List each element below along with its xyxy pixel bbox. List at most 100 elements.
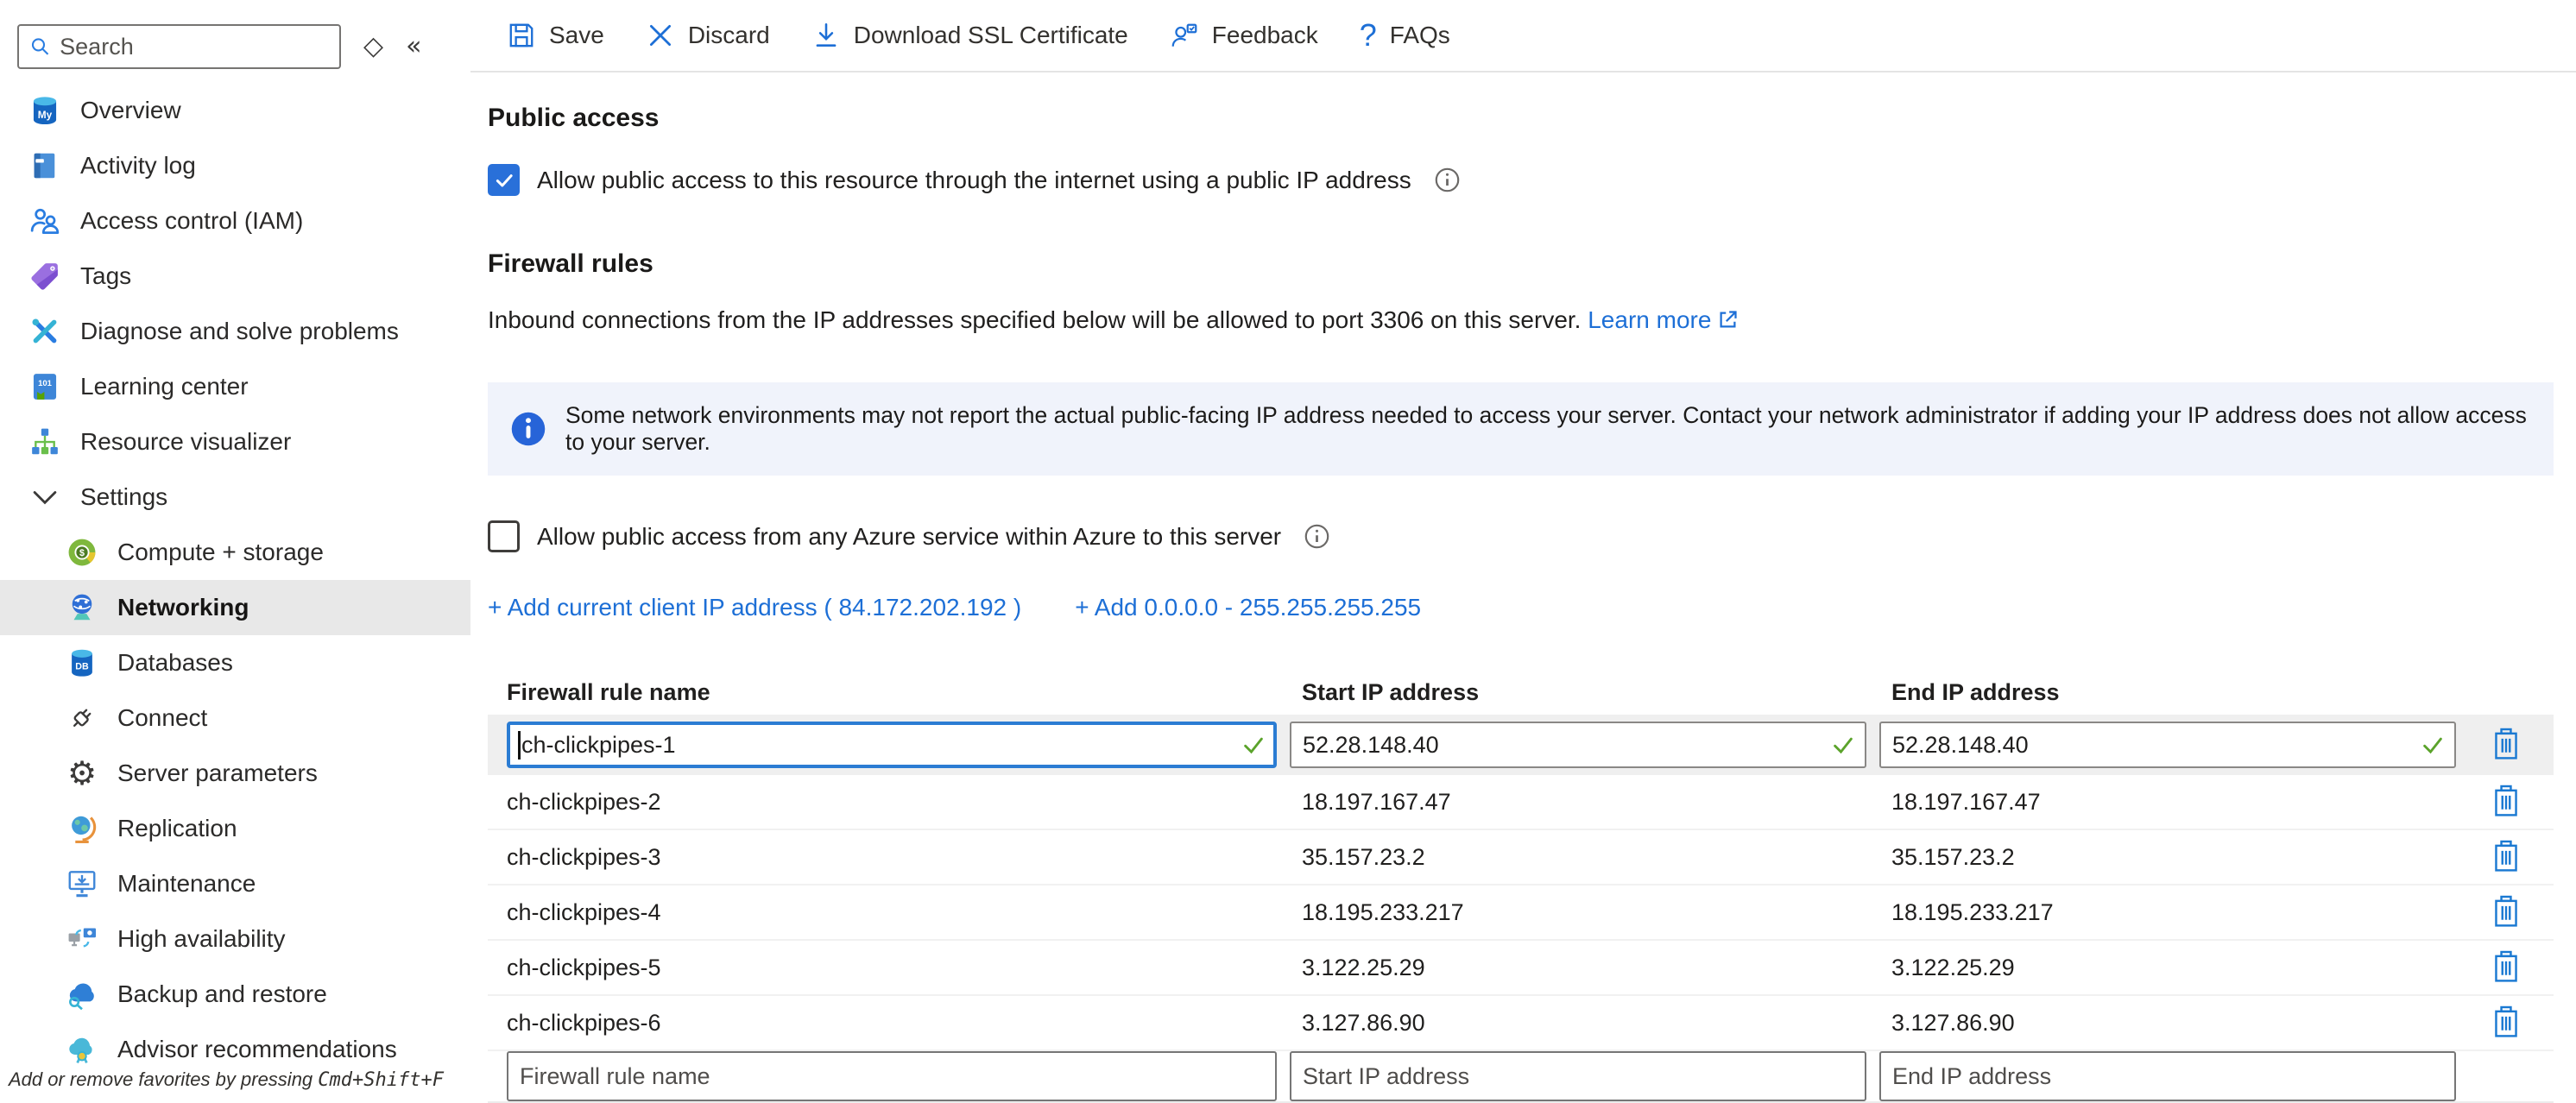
favorites-hint: Add or remove favorites by pressing Cmd+… — [9, 1068, 444, 1091]
feedback-button[interactable]: Feedback — [1149, 9, 1339, 61]
sidebar-item-maintenance[interactable]: Maintenance — [0, 856, 470, 911]
add-client-ip-link[interactable]: + Add current client IP address ( 84.172… — [488, 594, 1021, 621]
table-row-new — [488, 1051, 2554, 1103]
rule-name: ch-clickpipes-6 — [507, 1010, 1277, 1037]
start-ip: 18.195.233.217 — [1290, 899, 1866, 926]
info-banner: Some network environments may not report… — [488, 382, 2554, 476]
sidebar-item-label: Replication — [117, 815, 237, 842]
delete-rule-button[interactable] — [2485, 891, 2527, 934]
sidebar-item-label: Activity log — [80, 152, 196, 180]
monitor-download-icon — [66, 867, 98, 900]
sidebar-item-replication[interactable]: Replication — [0, 801, 470, 856]
firewall-rules-table: Firewall rule name Start IP address End … — [488, 670, 2554, 1103]
sidebar-item-activity-log[interactable]: Activity log — [0, 138, 470, 193]
sidebar-item-compute-storage[interactable]: $ Compute + storage — [0, 525, 470, 580]
feedback-person-icon — [1170, 21, 1199, 50]
sidebar-group-settings[interactable]: Settings — [0, 470, 470, 525]
chevron-down-icon — [28, 481, 61, 514]
end-ip: 3.122.25.29 — [1879, 955, 2456, 981]
sidebar-item-label: High availability — [117, 925, 286, 953]
sidebar-item-label: Compute + storage — [117, 539, 324, 566]
sidebar-item-label: Settings — [80, 483, 167, 511]
end-ip-input[interactable] — [1879, 722, 2456, 768]
start-ip-input[interactable] — [1290, 722, 1866, 768]
column-header-start-ip: Start IP address — [1290, 679, 1866, 706]
diamond-icon[interactable]: ◇ — [363, 34, 383, 60]
sidebar-item-networking[interactable]: Networking — [0, 580, 470, 635]
column-header-name: Firewall rule name — [507, 679, 1277, 706]
sidebar-item-backup-restore[interactable]: Backup and restore — [0, 967, 470, 1022]
collapse-sidebar-icon[interactable]: « — [406, 34, 421, 60]
info-icon[interactable] — [1304, 523, 1330, 550]
end-ip: 18.197.167.47 — [1879, 789, 2456, 816]
cloud-backup-icon — [66, 978, 98, 1011]
start-ip: 3.127.86.90 — [1290, 1010, 1866, 1037]
sidebar-item-label: Backup and restore — [117, 980, 327, 1008]
rule-name: ch-clickpipes-5 — [507, 955, 1277, 981]
sidebar-item-connect[interactable]: Connect — [0, 690, 470, 746]
start-ip: 18.197.167.47 — [1290, 789, 1866, 816]
search-input[interactable] — [60, 34, 329, 60]
delete-rule-button[interactable] — [2485, 1001, 2527, 1044]
networking-globe-icon — [66, 591, 98, 624]
new-end-ip-input[interactable] — [1879, 1051, 2456, 1101]
sidebar-item-high-availability[interactable]: High availability — [0, 911, 470, 967]
firewall-description: Inbound connections from the IP addresse… — [488, 306, 2554, 334]
sidebar-item-label: Networking — [117, 594, 249, 621]
svg-text:101: 101 — [38, 379, 53, 388]
database-icon: DB — [66, 646, 98, 679]
table-header: Firewall rule name Start IP address End … — [488, 670, 2554, 715]
compute-storage-icon: $ — [66, 536, 98, 569]
delete-rule-button[interactable] — [2485, 946, 2527, 989]
sidebar-item-tags[interactable]: Tags — [0, 249, 470, 304]
faqs-button[interactable]: ? FAQs — [1339, 9, 1471, 61]
question-mark-icon: ? — [1360, 20, 1377, 51]
azure-services-checkbox[interactable] — [488, 520, 520, 552]
sidebar-item-resource-visualizer[interactable]: Resource visualizer — [0, 414, 470, 470]
advisor-cloud-icon — [66, 1033, 98, 1066]
sidebar-item-databases[interactable]: DB Databases — [0, 635, 470, 690]
resource-tree-icon — [28, 425, 61, 458]
table-row-editing — [488, 715, 2554, 775]
sidebar-item-access-control[interactable]: Access control (IAM) — [0, 193, 470, 249]
sidebar-item-server-parameters[interactable]: ⚙ Server parameters — [0, 746, 470, 801]
new-start-ip-input[interactable] — [1290, 1051, 1866, 1101]
delete-rule-button[interactable] — [2485, 835, 2527, 879]
start-ip: 35.157.23.2 — [1290, 844, 1866, 871]
resource-sidebar: ◇ « My Overview Activity log Access cont… — [0, 0, 470, 1094]
start-ip-input-wrap — [1290, 722, 1866, 768]
sidebar-item-diagnose[interactable]: Diagnose and solve problems — [0, 304, 470, 359]
sidebar-item-learning-center[interactable]: 101 Learning center — [0, 359, 470, 414]
info-icon[interactable] — [1434, 167, 1461, 193]
people-icon — [28, 205, 61, 237]
sidebar-item-label: Learning center — [80, 373, 249, 400]
rule-name-input[interactable] — [507, 722, 1277, 768]
sidebar-item-label: Maintenance — [117, 870, 256, 898]
sidebar-item-label: Overview — [80, 97, 181, 124]
add-all-ips-link[interactable]: + Add 0.0.0.0 - 255.255.255.255 — [1075, 594, 1421, 621]
learn-more-link[interactable]: Learn more — [1588, 306, 1739, 333]
svg-text:DB: DB — [75, 662, 89, 672]
sidebar-item-label: Connect — [117, 704, 207, 732]
rule-name: ch-clickpipes-3 — [507, 844, 1277, 871]
sidebar-item-label: Diagnose and solve problems — [80, 318, 399, 345]
sidebar-item-overview[interactable]: My Overview — [0, 83, 470, 138]
sidebar-item-label: Access control (IAM) — [80, 207, 303, 235]
rule-name: ch-clickpipes-2 — [507, 789, 1277, 816]
delete-rule-button[interactable] — [2485, 780, 2527, 823]
discard-button[interactable]: Discard — [625, 9, 791, 61]
download-ssl-button[interactable]: Download SSL Certificate — [791, 9, 1149, 61]
sidebar-search[interactable] — [17, 24, 341, 69]
save-button[interactable]: Save — [486, 9, 625, 61]
new-rule-name-input[interactable] — [507, 1051, 1277, 1101]
end-ip: 3.127.86.90 — [1879, 1010, 2456, 1037]
download-icon — [811, 21, 841, 50]
public-access-checkbox[interactable] — [488, 164, 520, 196]
table-row: ch-clickpipes-3 35.157.23.2 35.157.23.2 — [488, 830, 2554, 886]
command-bar: Save Discard Download SSL Certificate Fe… — [470, 0, 2576, 72]
delete-rule-button[interactable] — [2485, 723, 2527, 766]
firewall-rules-heading: Firewall rules — [488, 249, 2554, 279]
start-ip: 3.122.25.29 — [1290, 955, 1866, 981]
svg-text:$: $ — [79, 548, 85, 558]
valid-check-icon — [1830, 732, 1856, 758]
